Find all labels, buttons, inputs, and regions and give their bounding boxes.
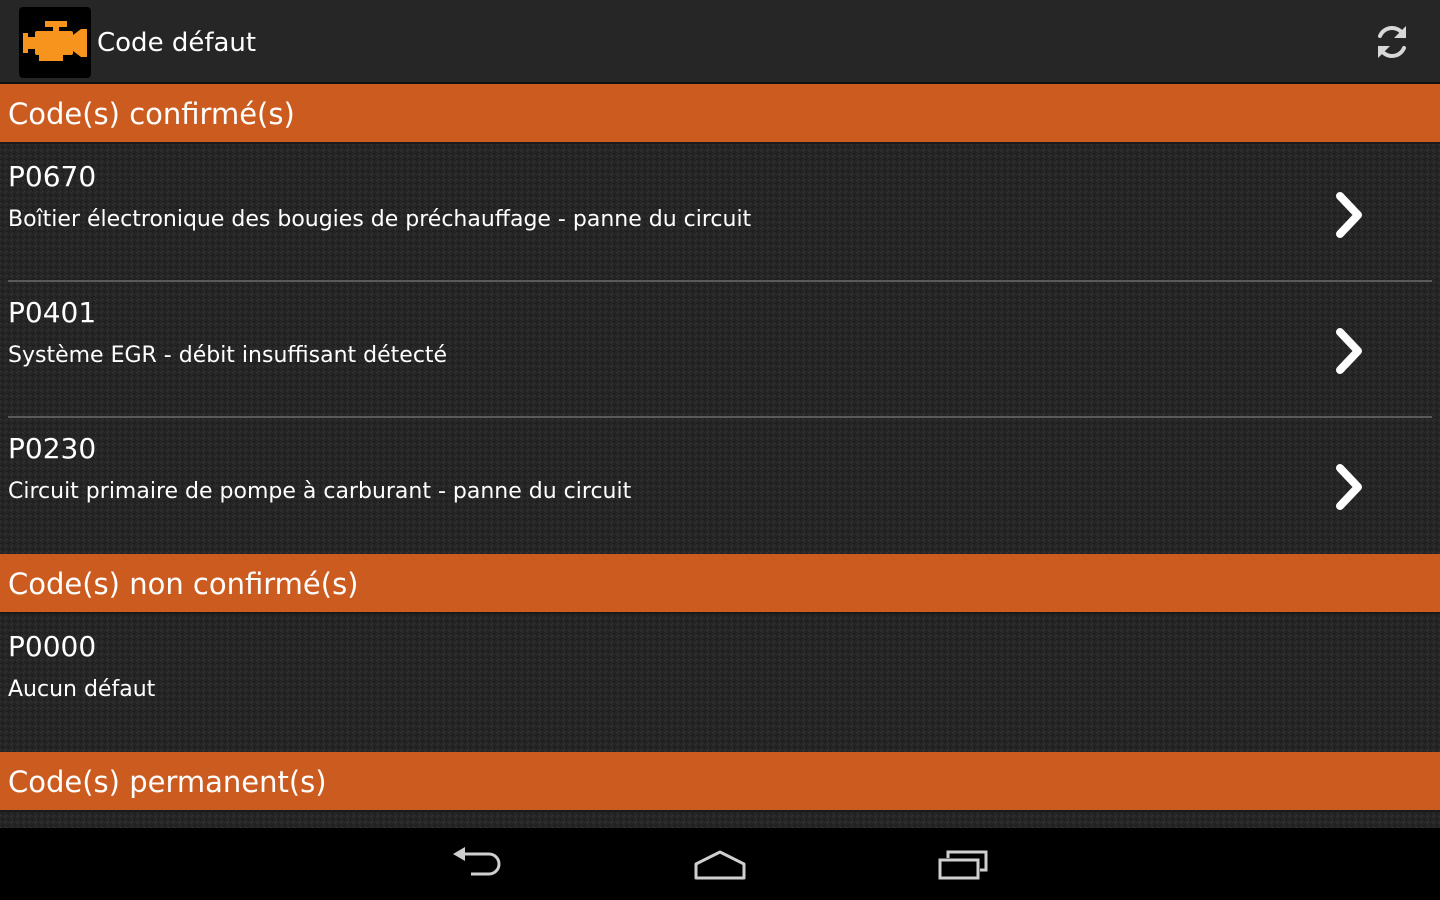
chevron-right-icon bbox=[1336, 192, 1362, 238]
refresh-button[interactable] bbox=[1368, 18, 1416, 66]
chevron-right-icon bbox=[1336, 328, 1362, 374]
section-header-confirmed: Code(s) confirmé(s) bbox=[0, 84, 1440, 144]
home-button[interactable] bbox=[680, 840, 760, 888]
check-engine-icon[interactable] bbox=[19, 7, 91, 78]
fault-description: Circuit primaire de pompe à carburant - … bbox=[8, 479, 632, 504]
codes-list[interactable]: Code(s) confirmé(s) P0670 Boîtier électr… bbox=[0, 84, 1440, 828]
fault-code: P0670 bbox=[8, 160, 97, 193]
fault-description: Système EGR - débit insuffisant détecté bbox=[8, 343, 448, 368]
section-label: Code(s) non confirmé(s) bbox=[8, 567, 359, 601]
app-window: Code défaut Code(s) confirmé(s) P0670 Bo… bbox=[0, 0, 1440, 900]
section-header-unconfirmed: Code(s) non confirmé(s) bbox=[0, 554, 1440, 614]
fault-description: Aucun défaut bbox=[8, 677, 156, 702]
chevron-right-icon bbox=[1336, 464, 1362, 510]
list-item[interactable]: P0670 Boîtier électronique des bougies d… bbox=[0, 146, 1440, 282]
home-icon bbox=[694, 850, 746, 880]
fault-description: Boîtier électronique des bougies de préc… bbox=[8, 207, 752, 232]
system-nav-bar bbox=[0, 828, 1440, 900]
back-button[interactable] bbox=[437, 840, 517, 888]
recent-apps-button[interactable] bbox=[924, 840, 1004, 888]
section-label: Code(s) permanent(s) bbox=[8, 765, 327, 799]
fault-code: P0401 bbox=[8, 296, 97, 329]
list-item[interactable]: P0401 Système EGR - débit insuffisant dé… bbox=[0, 282, 1440, 418]
section-label: Code(s) confirmé(s) bbox=[8, 97, 295, 131]
refresh-icon bbox=[1378, 26, 1406, 58]
page-title: Code défaut bbox=[97, 28, 257, 58]
recent-apps-icon bbox=[938, 850, 988, 880]
list-item[interactable]: P0230 Circuit primaire de pompe à carbur… bbox=[0, 418, 1440, 554]
back-icon bbox=[453, 847, 501, 876]
action-bar: Code défaut bbox=[0, 0, 1440, 84]
list-item[interactable]: P0000 Aucun défaut bbox=[0, 616, 1440, 752]
section-header-permanent: Code(s) permanent(s) bbox=[0, 752, 1440, 812]
fault-code: P0000 bbox=[8, 630, 97, 663]
fault-code: P0230 bbox=[8, 432, 97, 465]
